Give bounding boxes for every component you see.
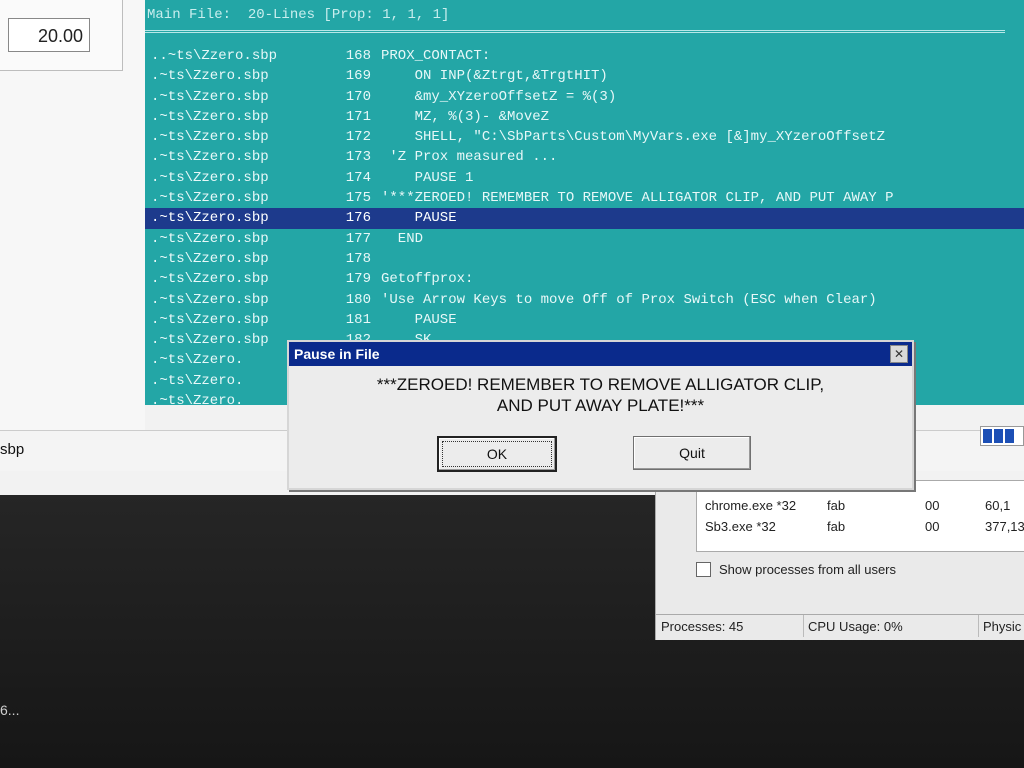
code-text: 'Z Prox measured ... <box>381 149 558 166</box>
code-line-number: 169 <box>345 68 371 85</box>
ok-focus-ring <box>442 441 552 467</box>
code-text: PAUSE <box>381 311 457 328</box>
quit-button[interactable]: Quit <box>633 436 751 470</box>
cpu-usage: CPU Usage: 0% <box>803 615 979 637</box>
code-file: .~ts\Zzero.sbp <box>151 311 269 328</box>
close-icon[interactable]: ✕ <box>890 345 908 363</box>
code-text: PAUSE <box>381 210 457 227</box>
show-all-processes-row[interactable]: Show processes from all users <box>696 562 896 577</box>
code-line-number: 180 <box>345 291 371 308</box>
code-file: .~ts\Zzero.sbp <box>151 230 269 247</box>
ok-button[interactable]: OK <box>437 436 557 472</box>
progress-segment <box>983 429 992 443</box>
code-file: .~ts\Zzero.sbp <box>151 169 269 186</box>
bottom-caption: 6... <box>0 702 20 718</box>
code-line-number: 172 <box>345 129 371 146</box>
code-row[interactable]: .~ts\Zzero.sbp 177 END <box>145 229 1024 249</box>
code-view-divider <box>145 30 1005 33</box>
left-panel: 20.00 <box>0 0 145 430</box>
code-file: .~ts\Zzero.sbp <box>151 291 269 308</box>
dialog-titlebar: Pause in File ✕ <box>289 342 912 366</box>
status-text: sbp <box>0 441 25 458</box>
code-file: .~ts\Zzero.sbp <box>151 149 269 166</box>
code-line-number: 181 <box>345 311 371 328</box>
code-row[interactable]: .~ts\Zzero.sbp 170 &my_XYzeroOffsetZ = %(… <box>145 87 1024 107</box>
task-manager-window: chrome.exe *32 fab 00 60,1 Sb3.exe *32 fab 00 3… <box>655 480 1024 640</box>
code-line-number: 171 <box>345 108 371 125</box>
code-text: Getoffprox: <box>381 271 474 288</box>
code-text: 'Use Arrow Keys to move Off of Prox Swit… <box>381 291 877 308</box>
code-row[interactable]: ..~ts\Zzero.sbp 168 PROX_CONTACT: <box>145 46 1024 66</box>
progress-indicator <box>980 426 1024 446</box>
code-row[interactable]: .~ts\Zzero.sbp 181 PAUSE <box>145 310 1024 330</box>
progress-segment <box>1005 429 1014 443</box>
progress-segment <box>994 429 1003 443</box>
processes-count: Processes: 45 <box>656 615 804 637</box>
code-line-number: 179 <box>345 271 371 288</box>
process-cpu: 00 <box>925 498 940 513</box>
code-row[interactable]: .~ts\Zzero.sbp 175 '***ZEROED! REMEMBER TO… <box>145 188 1024 208</box>
code-text: PAUSE 1 <box>381 169 474 186</box>
code-row[interactable]: .~ts\Zzero.sbp 179 Getoffprox: <box>145 269 1024 289</box>
numeric-field[interactable]: 20.00 <box>8 18 90 52</box>
process-row[interactable]: Sb3.exe *32 fab 00 377,13 <box>697 516 1024 537</box>
code-file: .~ts\Zzero.sbp <box>151 108 269 125</box>
code-row[interactable]: .~ts\Zzero.sbp 173 'Z Prox measured ... <box>145 147 1024 167</box>
code-file: .~ts\Zzero.sbp <box>151 250 269 267</box>
process-mem: 60,1 <box>985 498 1011 513</box>
code-file: ..~ts\Zzero.sbp <box>151 48 278 64</box>
show-all-processes-checkbox[interactable] <box>696 562 711 577</box>
code-line-number: 177 <box>345 230 371 247</box>
dialog-message: ***ZEROED! REMEMBER TO REMOVE ALLIGATOR … <box>376 375 825 415</box>
code-line-number: 173 <box>345 149 371 166</box>
code-text: MZ, %(3)- &MoveZ <box>381 108 550 125</box>
code-row[interactable]: .~ts\Zzero.sbp 169 ON INP(&Ztrgt,&TrgtHIT… <box>145 66 1024 86</box>
process-list[interactable]: chrome.exe *32 fab 00 60,1 Sb3.exe *32 fab 00 3… <box>696 480 1024 552</box>
code-row[interactable]: .~ts\Zzero.sbp 180 'Use Arrow Keys to move… <box>145 290 1024 310</box>
process-cpu: 00 <box>925 519 940 534</box>
code-text: PROX_CONTACT: <box>381 48 491 64</box>
code-text: END <box>381 230 424 247</box>
code-line-number: 176 <box>345 210 371 227</box>
process-name: Sb3.exe *32 <box>705 519 776 534</box>
process-user: fab <box>827 498 846 513</box>
code-row[interactable]: .~ts\Zzero.sbp 171 MZ, %(3)- &MoveZ <box>145 107 1024 127</box>
code-line-number: 175 <box>345 190 371 207</box>
code-text: '***ZEROED! REMEMBER TO REMOVE ALLIGATOR… <box>381 190 894 207</box>
code-file: .~ts\Zzero.sbp <box>151 271 269 288</box>
value-box: 20.00 <box>0 0 123 71</box>
code-file: .~ts\Zzero.sbp <box>151 68 269 85</box>
code-file: .~ts\Zzero.sbp <box>151 190 269 207</box>
code-file: .~ts\Zzero.sbp <box>151 129 269 146</box>
show-all-processes-label: Show processes from all users <box>719 562 897 577</box>
code-line-number: 168 <box>345 48 371 64</box>
process-mem: 377,13 <box>985 519 1024 534</box>
pause-dialog: Pause in File ✕ ***ZEROED! REMEMBER TO R… <box>287 340 914 490</box>
code-line-number: 170 <box>345 88 371 105</box>
code-file: .~ts\Zzero.sbp <box>151 88 269 105</box>
code-text: ON INP(&Ztrgt,&TrgtHIT) <box>381 68 608 85</box>
code-view-title: Main File: 20-Lines [Prop: 1, 1, 1] <box>147 7 450 23</box>
task-manager-status-bar: Processes: 45 CPU Usage: 0% Physic <box>656 614 1024 639</box>
dialog-title: Pause in File <box>294 346 380 362</box>
code-row[interactable]: .~ts\Zzero.sbp 172 SHELL, "C:\SbParts\Cus… <box>145 127 1024 147</box>
code-line-number: 174 <box>345 169 371 186</box>
code-text: &my_XYzeroOffsetZ = %(3) <box>381 88 617 105</box>
code-text: SHELL, "C:\SbParts\Custom\MyVars.exe [&]… <box>381 129 886 146</box>
code-row[interactable]: .~ts\Zzero.sbp 178 <box>145 249 1024 269</box>
code-row[interactable]: .~ts\Zzero.sbp 174 PAUSE 1 <box>145 168 1024 188</box>
process-row[interactable]: chrome.exe *32 fab 00 60,1 <box>697 495 1024 516</box>
process-name: chrome.exe *32 <box>705 498 797 513</box>
code-file: .~ts\Zzero.sbp <box>151 210 269 227</box>
code-row-current[interactable]: .~ts\Zzero.sbp 176 PAUSE <box>145 208 1024 229</box>
physical-memory: Physic <box>983 619 1022 634</box>
code-line-number: 178 <box>345 250 371 267</box>
process-user: fab <box>827 519 846 534</box>
quit-button-label: Quit <box>679 445 705 461</box>
